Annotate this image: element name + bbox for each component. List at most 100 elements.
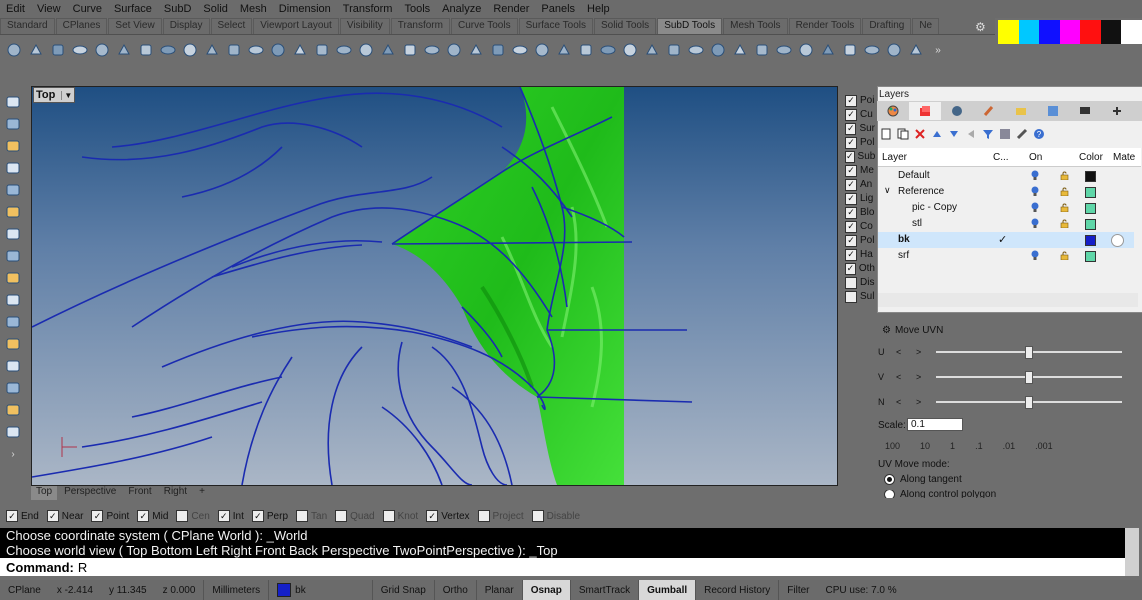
toolbar-tab-standard[interactable]: Standard	[0, 18, 55, 34]
toolbar-tab-set-view[interactable]: Set View	[108, 18, 162, 34]
header-color[interactable]: Color	[1079, 152, 1103, 163]
layer-row-bk[interactable]: bk ✓	[878, 232, 1134, 248]
osnap-near[interactable]: ✓ Near	[46, 510, 83, 522]
tools-icon[interactable]	[884, 40, 904, 60]
render-tab-icon[interactable]	[941, 102, 973, 120]
lightbulb-icon[interactable]	[1031, 250, 1039, 260]
menu-view[interactable]: View	[31, 3, 67, 15]
split-icon[interactable]	[2, 378, 24, 398]
unweld-icon[interactable]	[488, 40, 508, 60]
object-filter-item[interactable]: ✓ Ha	[845, 248, 875, 261]
toolbar-tab-select[interactable]: Select	[210, 18, 253, 34]
object-filter-item[interactable]: ✓ Oth	[845, 262, 875, 275]
osnap-int[interactable]: ✓ Int	[217, 510, 244, 522]
radio-button[interactable]	[884, 490, 895, 498]
expand-icon[interactable]: ∨	[884, 185, 891, 196]
lock-icon[interactable]	[1060, 203, 1069, 213]
osnap-mid[interactable]: ✓ Mid	[137, 510, 168, 522]
object-filter-item[interactable]: ✓ Me	[845, 164, 875, 177]
slider-thumb[interactable]	[1025, 346, 1033, 359]
patch-icon[interactable]	[730, 40, 750, 60]
snap-icon[interactable]	[2, 158, 24, 178]
menu-help[interactable]: Help	[581, 3, 616, 15]
layer-color-swatch[interactable]	[1085, 235, 1096, 246]
checkbox[interactable]	[296, 510, 309, 522]
pipe-icon[interactable]	[2, 400, 24, 420]
repeat-icon[interactable]	[752, 40, 772, 60]
scale-preset[interactable]: 100	[885, 441, 900, 451]
lightbulb-icon[interactable]	[1031, 202, 1039, 212]
fillet-icon[interactable]	[2, 224, 24, 244]
menu-edit[interactable]: Edit	[0, 3, 31, 15]
current-layer-check[interactable]: ✓	[998, 233, 1007, 246]
subdivide-icon[interactable]	[356, 40, 376, 60]
header-material[interactable]: Mate	[1113, 152, 1135, 163]
scale-input[interactable]: 0.1	[907, 418, 963, 431]
menu-analyze[interactable]: Analyze	[436, 3, 487, 15]
layer-color-swatch[interactable]	[1085, 219, 1096, 230]
status-grid-snap[interactable]: Grid Snap	[371, 580, 434, 600]
layer-tools-icon[interactable]	[998, 127, 1012, 141]
cone-icon[interactable]	[48, 40, 68, 60]
merge-icon[interactable]	[422, 40, 442, 60]
toolbar-tab-curve-tools[interactable]: Curve Tools	[450, 18, 518, 34]
cylinder-icon[interactable]	[70, 40, 90, 60]
brush-tab-icon[interactable]	[973, 102, 1005, 120]
osnap-perp[interactable]: ✓ Perp	[251, 510, 288, 522]
menu-transform[interactable]: Transform	[337, 3, 399, 15]
lock-icon[interactable]	[1060, 187, 1069, 197]
object-filter-item[interactable]: ✓ Sub	[845, 150, 875, 163]
append-icon[interactable]	[620, 40, 640, 60]
along-tangent-option[interactable]: Along tangent	[884, 474, 962, 485]
checkbox[interactable]	[382, 510, 395, 522]
mesh-icon[interactable]	[818, 40, 838, 60]
move-down-icon[interactable]	[947, 127, 961, 141]
object-filter-item[interactable]: Dis	[845, 276, 875, 289]
command-input[interactable]: Command: R	[0, 558, 1125, 576]
menu-mesh[interactable]: Mesh	[234, 3, 273, 15]
crease-icon[interactable]	[312, 40, 332, 60]
osnap-end[interactable]: ✓ End	[6, 510, 39, 522]
layout-icon[interactable]	[840, 40, 860, 60]
cap-icon[interactable]	[2, 312, 24, 332]
checkbox[interactable]	[531, 510, 544, 522]
radio-button[interactable]	[884, 474, 895, 485]
increase-button[interactable]: >	[916, 397, 921, 407]
layer-row-pic---copy[interactable]: pic - Copy	[878, 200, 1134, 216]
toolbar-tab-surface-tools[interactable]: Surface Tools	[518, 18, 593, 34]
checkbox[interactable]: ✓	[845, 136, 857, 149]
checkbox[interactable]	[845, 276, 857, 289]
extrude-icon[interactable]	[202, 40, 222, 60]
menu-panels[interactable]: Panels	[535, 3, 581, 15]
stitch-icon[interactable]	[664, 40, 684, 60]
header-on[interactable]: On	[1029, 152, 1042, 163]
layer-color-swatch[interactable]	[1085, 203, 1096, 214]
viewport-tab-perspective[interactable]: Perspective	[59, 486, 121, 500]
checkbox[interactable]: ✓	[426, 510, 439, 522]
layers-tab-icon[interactable]	[909, 102, 941, 120]
toolbar-tab-solid-tools[interactable]: Solid Tools	[594, 18, 657, 34]
checkbox[interactable]: ✓	[845, 262, 856, 275]
osnap-point[interactable]: ✓ Point	[91, 510, 129, 522]
object-filter-item[interactable]: ✓ Sur	[845, 122, 875, 135]
status-planar[interactable]: Planar	[475, 580, 522, 600]
move-icon[interactable]	[4, 40, 24, 60]
header-layer[interactable]: Layer	[882, 152, 907, 163]
menu-subd[interactable]: SubD	[158, 3, 198, 15]
overflow-icon[interactable]: »	[928, 40, 948, 60]
mirror-icon[interactable]	[642, 40, 662, 60]
current-layer[interactable]: bk	[268, 580, 314, 600]
object-filter-item[interactable]: ✓ Pol	[845, 234, 875, 247]
checkbox[interactable]: ✓	[845, 248, 857, 261]
convert-icon[interactable]	[576, 40, 596, 60]
color-swatch[interactable]	[1121, 20, 1142, 44]
check-icon[interactable]	[796, 40, 816, 60]
rebuild-icon[interactable]	[532, 40, 552, 60]
top-viewport[interactable]	[31, 86, 838, 486]
checkbox[interactable]	[845, 290, 857, 303]
header-current[interactable]: C...	[993, 152, 1009, 163]
cylinder-icon[interactable]	[2, 290, 24, 310]
command-scrollbar[interactable]	[1125, 528, 1139, 576]
lightbulb-icon[interactable]	[1031, 218, 1039, 228]
color-swatch[interactable]	[1059, 20, 1081, 44]
